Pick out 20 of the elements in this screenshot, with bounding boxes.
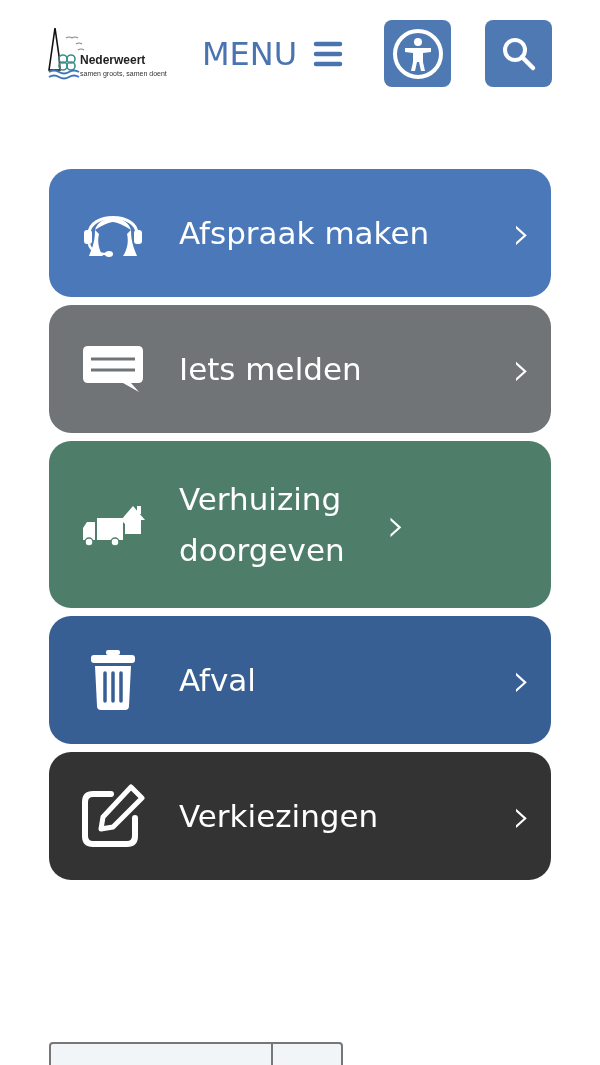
menu-tile[interactable]: Afval ›: [49, 616, 551, 744]
chevron-icon: ›: [512, 657, 531, 703]
accessibility-button[interactable]: [384, 20, 451, 87]
chevron-icon: ›: [512, 210, 531, 256]
chevron-icon: ›: [512, 346, 531, 392]
accessibility-icon: [391, 27, 444, 80]
search-icon: [500, 35, 537, 72]
logo-text: Nederweert: [80, 54, 147, 66]
chevron-icon: ›: [387, 501, 406, 548]
chevron-icon: ›: [512, 793, 531, 839]
menu-tile[interactable]: Iets melden ›: [49, 305, 551, 433]
menu-tile[interactable]: Afspraak maken ›: [49, 169, 551, 297]
menu-icon: [313, 40, 344, 67]
edit-icon: [81, 784, 145, 848]
menu-tile[interactable]: Verkiezingen ›: [49, 752, 551, 880]
trash-icon: [88, 649, 138, 711]
message-icon: [81, 344, 145, 394]
menu-tile[interactable]: Verhuizing doorgeven ›: [49, 441, 551, 608]
menu-button[interactable]: MENU: [202, 37, 344, 70]
search-button[interactable]: [485, 20, 552, 87]
